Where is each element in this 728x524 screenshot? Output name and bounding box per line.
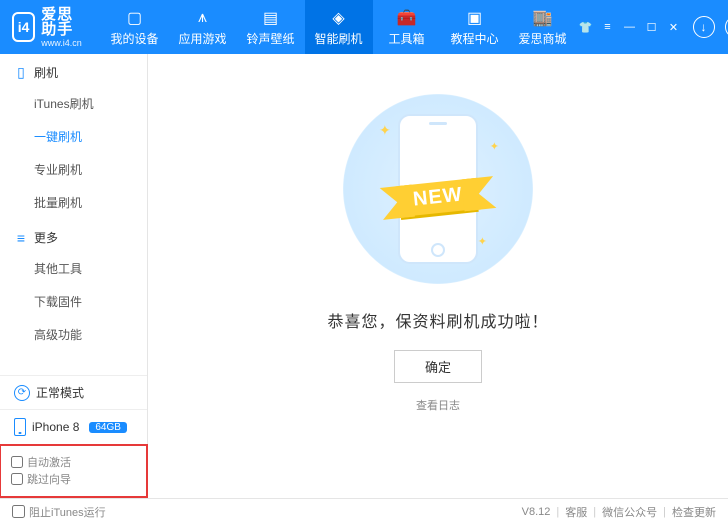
sidebar-item[interactable]: 一键刷机 [0, 120, 147, 153]
device-capacity: 64GB [89, 422, 127, 433]
nav-tab-icon: 🏬 [533, 8, 553, 28]
nav-tab[interactable]: 🏬 爱思商城 [509, 0, 577, 54]
sidebar-item[interactable]: 其他工具 [0, 252, 147, 285]
menu-icon[interactable]: ≡ [599, 18, 617, 36]
sidebar-item[interactable]: 批量刷机 [0, 186, 147, 219]
mode-panel[interactable]: ⟳ 正常模式 [0, 375, 147, 409]
nav-tab-label: 智能刷机 [315, 30, 363, 47]
ok-button[interactable]: 确定 [394, 350, 482, 383]
nav-tab-label: 教程中心 [451, 30, 499, 47]
refresh-icon: ⟳ [14, 385, 30, 401]
nav-tab-label: 我的设备 [111, 30, 159, 47]
user-icon[interactable]: ☺ [725, 16, 728, 38]
app-logo: i4 爱思助手 www.i4.cn [0, 7, 101, 48]
close-icon[interactable]: ✕ [665, 18, 683, 36]
nav-tab-icon: ◈ [329, 8, 349, 28]
nav-tab[interactable]: ▢ 我的设备 [101, 0, 169, 54]
sidebar-item[interactable]: 下载固件 [0, 285, 147, 318]
logo-badge-icon: i4 [12, 12, 35, 42]
list-icon: ≡ [14, 230, 28, 246]
skip-guide-checkbox[interactable]: 跳过向导 [11, 471, 71, 487]
brand-url: www.i4.cn [41, 39, 88, 48]
sparkle-icon: ✦ [490, 140, 499, 153]
nav-tab-icon: ⩚ [193, 8, 213, 28]
nav-tab-label: 铃声壁纸 [247, 30, 295, 47]
nav-tab-icon: ▢ [125, 8, 145, 28]
flash-options-box: 自动激活 跳过向导 [0, 444, 148, 498]
footer-link-support[interactable]: 客服 [565, 504, 587, 520]
sidebar-section-title: ≡更多 [0, 219, 147, 252]
view-log-link[interactable]: 查看日志 [416, 397, 460, 413]
footer-link-update[interactable]: 检查更新 [672, 504, 716, 520]
nav-tab-icon: ▣ [465, 8, 485, 28]
sparkle-icon: ✦ [478, 235, 487, 248]
mode-label: 正常模式 [36, 384, 84, 401]
device-name: iPhone 8 [32, 420, 79, 434]
nav-tab-icon: ▤ [261, 8, 281, 28]
skin-icon[interactable]: 👕 [577, 18, 595, 36]
phone-icon [14, 418, 26, 436]
nav-tab[interactable]: ▣ 教程中心 [441, 0, 509, 54]
brand-name: 爱思助手 [41, 7, 88, 37]
sidebar-section-title: ▯刷机 [0, 54, 147, 87]
sidebar-item[interactable]: 专业刷机 [0, 153, 147, 186]
maximize-icon[interactable]: ☐ [643, 18, 661, 36]
sidebar-item[interactable]: 高级功能 [0, 318, 147, 351]
nav-tab[interactable]: ⩚ 应用游戏 [169, 0, 237, 54]
nav-tab[interactable]: ▤ 铃声壁纸 [237, 0, 305, 54]
nav-tab-label: 工具箱 [389, 30, 425, 47]
nav-tab-label: 爱思商城 [519, 30, 567, 47]
auto-activate-checkbox[interactable]: 自动激活 [11, 454, 71, 470]
download-icon[interactable]: ↓ [693, 16, 715, 38]
sparkle-icon: ✦ [379, 122, 391, 139]
version-label: V8.12 [522, 506, 551, 518]
nav-tab[interactable]: ◈ 智能刷机 [305, 0, 373, 54]
phone-icon: ▯ [14, 64, 28, 81]
nav-tab[interactable]: 🧰 工具箱 [373, 0, 441, 54]
footer-link-wechat[interactable]: 微信公众号 [602, 504, 657, 520]
nav-tab-icon: 🧰 [397, 8, 417, 28]
success-message: 恭喜您，保资料刷机成功啦！ [327, 308, 548, 332]
nav-tab-label: 应用游戏 [179, 30, 227, 47]
minimize-icon[interactable]: — [621, 18, 639, 36]
sidebar-item[interactable]: iTunes刷机 [0, 87, 147, 120]
success-illustration: ✦ ✦ ✦ NEW [343, 94, 533, 284]
device-panel[interactable]: iPhone 8 64GB [0, 409, 147, 444]
block-itunes-checkbox[interactable]: 阻止iTunes运行 [12, 504, 106, 520]
